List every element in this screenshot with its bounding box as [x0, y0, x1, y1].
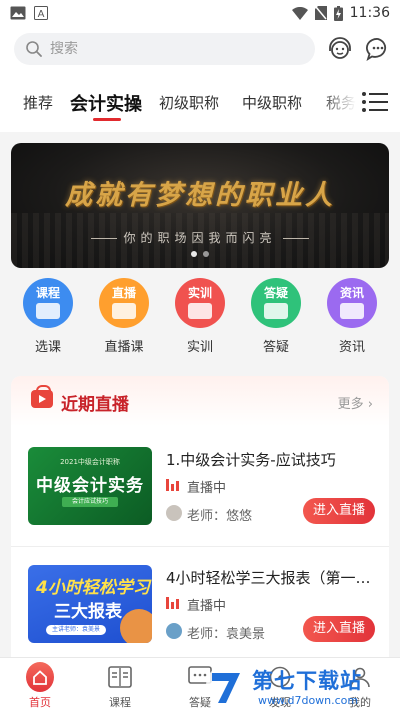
- live-icon: 直播: [99, 278, 149, 328]
- banner-subtitle-row: 你的职场因我而闪亮: [11, 229, 389, 246]
- watermark-text: 第七下载站: [252, 669, 362, 693]
- enter-live-button[interactable]: 进入直播: [303, 498, 375, 524]
- live-status: 直播中: [187, 599, 227, 614]
- qa-chat-icon: 答疑: [251, 278, 301, 328]
- live-status: 直播中: [187, 481, 227, 496]
- tab-recommend[interactable]: 推荐: [23, 92, 53, 113]
- active-tab-indicator: [93, 118, 121, 121]
- promo-banner[interactable]: 成就有梦想的职业人 你的职场因我而闪亮: [11, 143, 389, 268]
- shortcut-label: 直播课: [104, 340, 144, 355]
- image-icon: [10, 6, 26, 20]
- avatar: [166, 623, 182, 639]
- course-icon: 课程: [23, 278, 73, 328]
- live-thumbnail: 4小时轻松学习 三大报表 主讲老师：袁美景: [28, 565, 152, 643]
- notification-icons: A: [10, 6, 48, 20]
- enter-live-button[interactable]: 进入直播: [303, 616, 375, 642]
- tv-icon: [31, 385, 53, 408]
- watermark-logo-icon: [206, 665, 246, 705]
- battery-charging-icon: [333, 5, 343, 21]
- section-title: 近期直播: [61, 395, 129, 415]
- customer-service-button[interactable]: [326, 35, 354, 63]
- banner-subtitle: 你的职场因我而闪亮: [123, 231, 277, 245]
- no-sim-icon: [314, 6, 327, 20]
- text-icon: A: [34, 6, 48, 20]
- search-input[interactable]: [50, 41, 280, 57]
- nav-courses[interactable]: 课程: [80, 658, 160, 711]
- carousel-indicator: [11, 251, 389, 257]
- tab-junior-title[interactable]: 初级职称: [159, 92, 219, 113]
- category-tabs: 推荐 会计实操 初级职称 中级职称 税务: [0, 72, 400, 132]
- live-bars-icon: [166, 597, 180, 609]
- shortcut-news[interactable]: 资讯 资讯: [314, 278, 390, 364]
- svg-text:A: A: [38, 9, 45, 20]
- nav-home[interactable]: 首页: [0, 658, 80, 711]
- carousel-dot[interactable]: [203, 251, 209, 257]
- wifi-icon: [291, 6, 308, 20]
- shortcut-label: 答疑: [262, 340, 289, 355]
- message-icon: [366, 38, 387, 61]
- live-bars-icon: [166, 479, 180, 491]
- section-header: 近期直播 更多 ›: [11, 376, 389, 426]
- tab-accounting-practice[interactable]: 会计实操: [70, 90, 142, 116]
- shortcut-qa[interactable]: 答疑 答疑: [238, 278, 314, 364]
- tab-fade: [320, 72, 400, 132]
- news-icon: 资讯: [327, 278, 377, 328]
- tab-intermediate-title[interactable]: 中级职称: [242, 92, 302, 113]
- live-item[interactable]: 2021中级会计职称 中级会计实务 会计应试技巧 1.中级会计实务-应试技巧 直…: [11, 429, 389, 539]
- live-title: 4小时轻松学三大报表（第一讲）: [166, 569, 376, 587]
- book-icon: [108, 666, 132, 688]
- search-icon: [26, 41, 42, 57]
- teacher-name: 老师：袁美景: [187, 627, 266, 642]
- category-shortcuts: 课程 选课 直播 直播课 实训 实训 答疑 答疑 资讯 资讯: [0, 278, 400, 364]
- shortcut-label: 资讯: [338, 340, 365, 355]
- clock: 11:36: [349, 5, 390, 21]
- more-link[interactable]: 更多 ›: [338, 393, 373, 412]
- messages-button[interactable]: [364, 35, 392, 63]
- watermark: 第七下载站 www.d7down.com: [200, 660, 400, 711]
- live-item[interactable]: 4小时轻松学习 三大报表 主讲老师：袁美景 4小时轻松学三大报表（第一讲） 直播…: [11, 546, 389, 656]
- graduation-cap-icon: 实训: [175, 278, 225, 328]
- home-icon: [26, 662, 54, 692]
- headset-icon: [329, 37, 351, 59]
- shortcut-training[interactable]: 实训 实训: [162, 278, 238, 364]
- banner-title: 成就有梦想的职业人: [65, 180, 335, 211]
- menu-icon[interactable]: [362, 91, 388, 113]
- nav-label: 课程: [109, 696, 131, 709]
- nav-label: 首页: [29, 696, 51, 709]
- shortcut-label: 实训: [186, 340, 213, 355]
- avatar: [166, 505, 182, 521]
- shortcut-live[interactable]: 直播 直播课: [86, 278, 162, 364]
- carousel-dot[interactable]: [191, 251, 197, 257]
- search-bar[interactable]: [14, 33, 315, 65]
- header: [0, 26, 400, 72]
- live-title: 1.中级会计实务-应试技巧: [166, 451, 336, 469]
- watermark-url: www.d7down.com: [258, 694, 359, 707]
- live-thumbnail: 2021中级会计职称 中级会计实务 会计应试技巧: [28, 447, 152, 525]
- shortcut-label: 选课: [34, 340, 61, 355]
- teacher-name: 老师：悠悠: [187, 509, 253, 524]
- shortcut-course[interactable]: 课程 选课: [10, 278, 86, 364]
- status-bar: A 11:36: [0, 0, 400, 26]
- recent-live-section: 近期直播 更多 › 2021中级会计职称 中级会计实务 会计应试技巧 1.中级会…: [11, 376, 389, 666]
